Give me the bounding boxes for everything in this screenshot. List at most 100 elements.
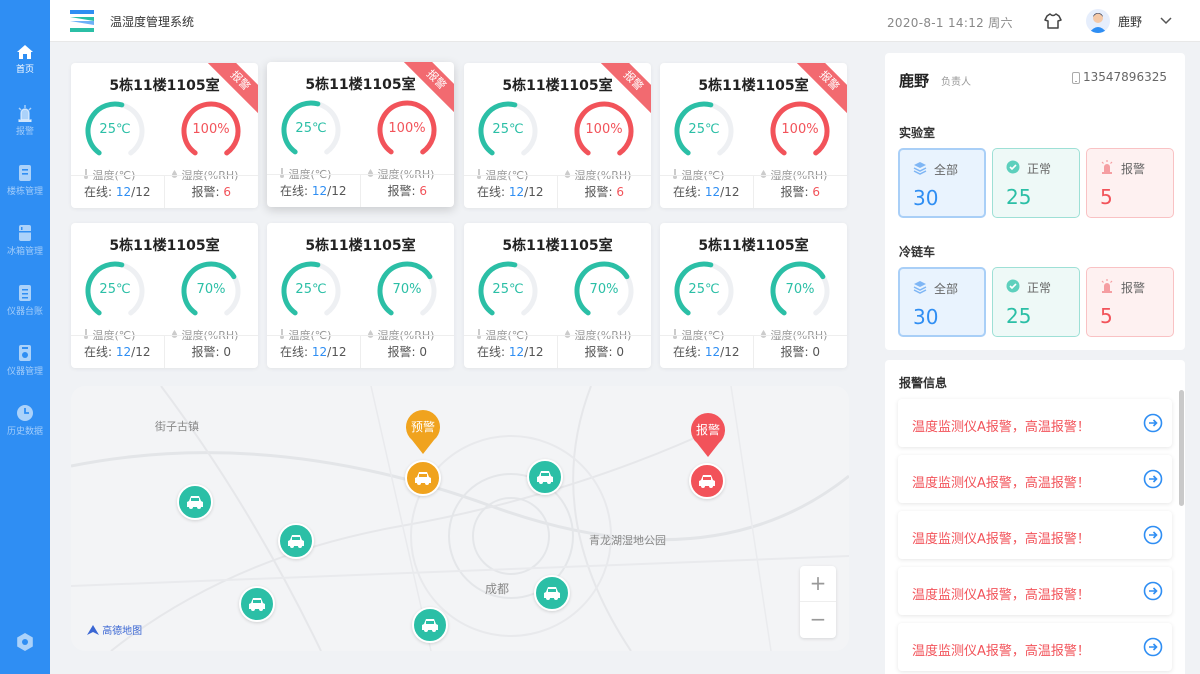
alert-item[interactable]: 温度监测仪A报警，高温报警！ <box>898 511 1172 559</box>
alarm-value: 0 <box>419 345 427 359</box>
map-car-marker[interactable] <box>278 523 314 559</box>
online-total: /12 <box>327 345 347 359</box>
clock-icon <box>17 405 33 421</box>
user-name[interactable]: 鹿野 <box>1118 13 1142 30</box>
alert-item[interactable]: 温度监测仪A报警，高温报警！ <box>898 567 1172 615</box>
alarm-icon <box>1101 279 1113 293</box>
nav-history[interactable]: 历史数据 <box>0 398 50 454</box>
room-card[interactable]: 5栋11楼1105室 报警 25℃ 100% 温度(℃) 湿度(%RH) 在线:… <box>267 62 454 207</box>
avatar[interactable] <box>1086 9 1110 33</box>
room-card[interactable]: 5栋11楼1105室 25℃ 70% 温度(℃) 湿度(%RH) 在线: 12/… <box>71 223 258 368</box>
zoom-out-button[interactable]: − <box>800 602 836 638</box>
card-footer: 在线: 12/12 报警: 0 <box>71 335 258 368</box>
room-card[interactable]: 5栋11楼1105室 报警 25℃ 100% 温度(℃) 湿度(%RH) 在线:… <box>71 63 258 208</box>
layers-icon <box>913 162 927 175</box>
alert-item[interactable]: 温度监测仪A报警，高温报警！ <box>898 455 1172 503</box>
temperature-value: 25℃ <box>99 282 131 297</box>
alert-panel: 报警信息 温度监测仪A报警，高温报警！ 温度监测仪A报警，高温报警！ 温度监测仪… <box>885 360 1185 674</box>
alarm-count: 报警: 0 <box>165 336 259 368</box>
app-title: 温湿度管理系统 <box>110 15 195 29</box>
card-footer: 在线: 12/12 报警: 6 <box>660 175 847 208</box>
map-car-marker[interactable] <box>177 484 213 520</box>
online-total: /12 <box>131 345 151 359</box>
alarm-value: 6 <box>616 185 624 199</box>
coldchain-alarm-stat[interactable]: 报警 5 <box>1086 267 1174 337</box>
map-car-marker-alarm[interactable] <box>689 463 725 499</box>
car-icon <box>422 619 438 632</box>
map-car-marker[interactable] <box>239 586 275 622</box>
online-label: 在线: <box>673 185 705 199</box>
nav-label: 首页 <box>15 65 34 75</box>
check-circle-icon <box>1006 160 1020 174</box>
coldchain-ok-stat[interactable]: 正常 25 <box>992 267 1080 337</box>
online-label: 在线: <box>477 185 509 199</box>
alarm-count: 报警: 0 <box>754 336 848 368</box>
alarm-label: 报警: <box>780 345 813 359</box>
lab-ok-stat[interactable]: 正常 25 <box>992 148 1080 218</box>
alarm-icon <box>1101 160 1113 174</box>
map-provider-label: 高德地图 <box>102 626 143 637</box>
alarm-count: 报警: 6 <box>558 176 652 208</box>
online-count: 在线: 12/12 <box>464 176 558 208</box>
room-card[interactable]: 5栋11楼1105室 25℃ 70% 温度(℃) 湿度(%RH) 在线: 12/… <box>267 223 454 368</box>
lab-alarm-stat[interactable]: 报警 5 <box>1086 148 1174 218</box>
map-car-marker[interactable] <box>534 575 570 611</box>
alert-text: 温度监测仪A报警，高温报警！ <box>912 420 1090 435</box>
stat-value: 25 <box>1006 304 1032 328</box>
humidity-value: 100% <box>388 121 426 136</box>
map-pin-warning[interactable]: 预警 <box>404 408 442 454</box>
room-card[interactable]: 5栋11楼1105室 报警 25℃ 100% 温度(℃) 湿度(%RH) 在线:… <box>464 63 651 208</box>
coldchain-all-stat[interactable]: 全部 30 <box>898 267 986 337</box>
alarm-label: 报警: <box>584 185 617 199</box>
nav-building[interactable]: 楼栋管理 <box>0 158 50 214</box>
stat-value: 5 <box>1100 185 1113 209</box>
alert-scrollbar[interactable] <box>1179 390 1184 506</box>
online-total: /12 <box>524 345 544 359</box>
arrow-right-circle-icon[interactable] <box>1143 525 1163 545</box>
alarm-label: 报警: <box>191 345 224 359</box>
map-car-marker-warning[interactable] <box>405 460 441 496</box>
nav-fridge[interactable]: 冰箱管理 <box>0 218 50 274</box>
fridge-icon <box>19 225 31 241</box>
settings-button[interactable] <box>15 632 35 652</box>
online-label: 在线: <box>477 345 509 359</box>
arrow-right-circle-icon[interactable] <box>1143 637 1163 657</box>
room-card[interactable]: 5栋11楼1105室 报警 25℃ 100% 温度(℃) 湿度(%RH) 在线:… <box>660 63 847 208</box>
stat-label: 正常 <box>1027 281 1052 295</box>
nav-home[interactable]: 首页 <box>0 38 50 94</box>
arrow-right-circle-icon[interactable] <box>1143 413 1163 433</box>
car-icon <box>699 475 715 488</box>
map-car-marker[interactable] <box>412 607 448 643</box>
layers-icon <box>913 281 927 294</box>
temperature-gauge: 25℃ <box>672 99 736 163</box>
lab-all-stat[interactable]: 全部 30 <box>898 148 986 218</box>
map-car-marker[interactable] <box>527 459 563 495</box>
car-icon <box>288 535 304 548</box>
room-card[interactable]: 5栋11楼1105室 25℃ 70% 温度(℃) 湿度(%RH) 在线: 12/… <box>464 223 651 368</box>
arrow-right-circle-icon[interactable] <box>1143 581 1163 601</box>
nav-ledger[interactable]: 仪器台账 <box>0 278 50 334</box>
arrow-right-circle-icon[interactable] <box>1143 469 1163 489</box>
alert-item[interactable]: 温度监测仪A报警，高温报警！ <box>898 399 1172 447</box>
nav-alarm[interactable]: 报警 <box>0 98 50 154</box>
skin-icon[interactable] <box>1044 12 1062 30</box>
manager-phone: 13547896325 <box>1083 70 1167 84</box>
alert-item[interactable]: 温度监测仪A报警，高温报警！ <box>898 623 1172 671</box>
phone-icon <box>1072 72 1080 84</box>
chevron-down-icon[interactable] <box>1160 15 1172 25</box>
map-pin-alarm[interactable]: 报警 <box>689 411 727 457</box>
alert-text: 温度监测仪A报警，高温报警！ <box>912 532 1090 547</box>
nav-device[interactable]: 仪器管理 <box>0 338 50 394</box>
alarm-value: 0 <box>616 345 624 359</box>
temperature-gauge: 25℃ <box>672 259 736 323</box>
zoom-in-button[interactable]: + <box>800 566 836 602</box>
user-avatar-icon <box>1089 13 1107 33</box>
card-footer: 在线: 12/12 报警: 0 <box>464 335 651 368</box>
temperature-gauge: 25℃ <box>83 259 147 323</box>
map-panel[interactable]: 街子古镇 青龙湖湿地公园 成都 预警 报警 + − 高德地图 <box>71 386 849 651</box>
car-icon <box>537 471 553 484</box>
nav-label: 楼栋管理 <box>6 187 43 197</box>
alarm-label: 报警: <box>780 185 813 199</box>
room-card[interactable]: 5栋11楼1105室 25℃ 70% 温度(℃) 湿度(%RH) 在线: 12/… <box>660 223 847 368</box>
alarm-count: 报警: 0 <box>361 336 455 368</box>
